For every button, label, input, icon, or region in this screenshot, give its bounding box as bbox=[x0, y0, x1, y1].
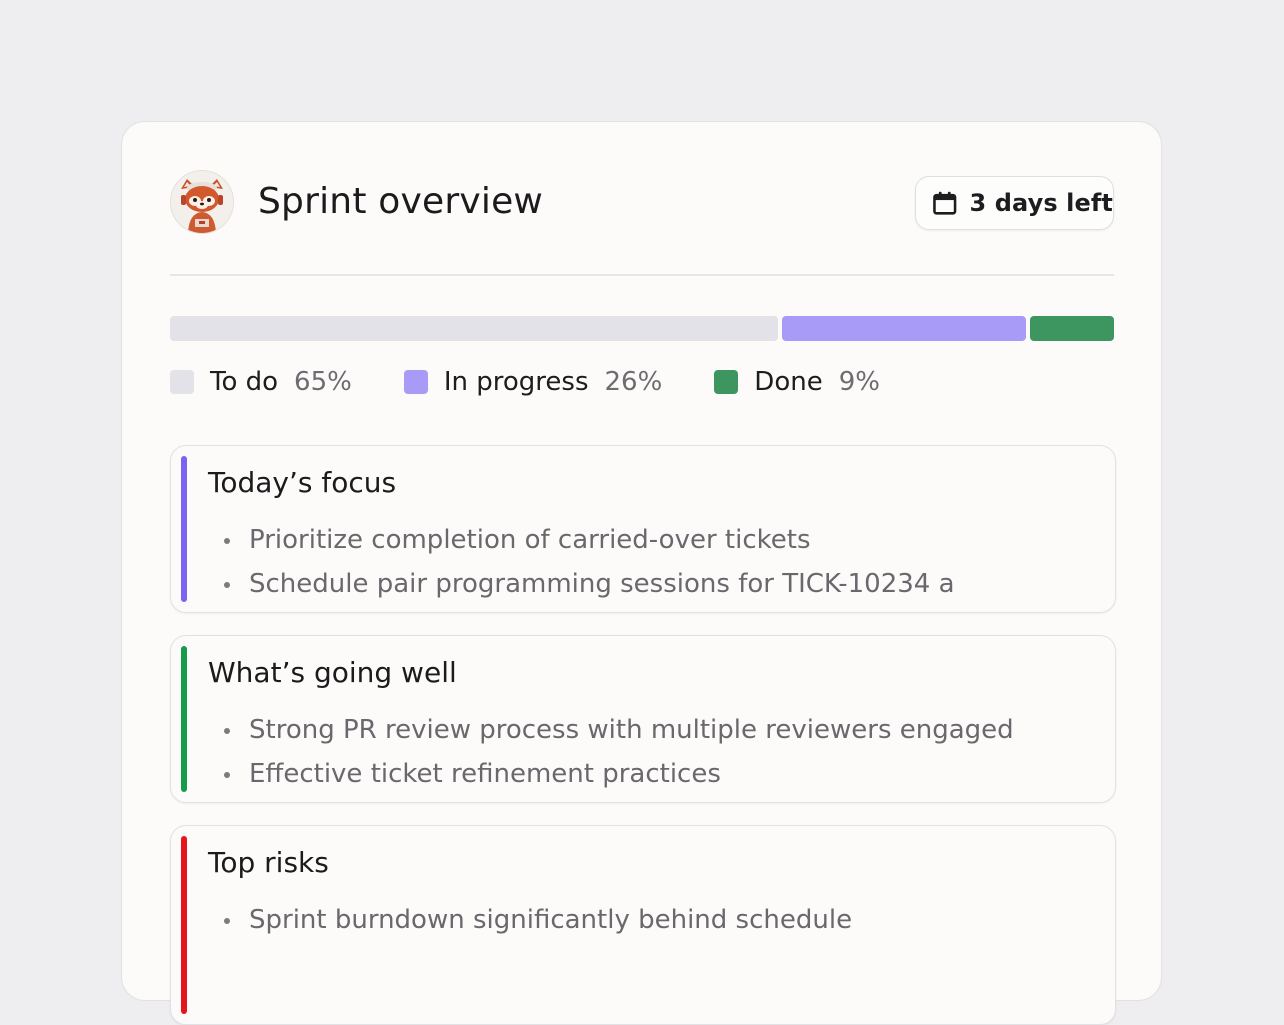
legend-label-todo: To do bbox=[210, 367, 279, 397]
progress-segment-done bbox=[1029, 316, 1114, 341]
legend-swatch-todo bbox=[170, 370, 194, 394]
card-title: Today’s focus bbox=[208, 466, 397, 499]
panel-header: Sprint overview 3 days left bbox=[170, 170, 1114, 236]
legend-label-done: Done bbox=[754, 367, 823, 397]
days-left-badge[interactable]: 3 days left bbox=[915, 176, 1114, 230]
status-progress-bar bbox=[170, 316, 1114, 341]
card-bullet-list: Strong PR review process with multiple r… bbox=[221, 708, 1014, 796]
list-item: Sprint burndown significantly behind sch… bbox=[221, 898, 852, 942]
avatar[interactable] bbox=[170, 170, 234, 234]
going-well-card[interactable]: What’s going well Strong PR review proce… bbox=[170, 635, 1116, 803]
sprint-overview-panel: Sprint overview 3 days left To do 65% In… bbox=[121, 121, 1162, 1025]
progress-segment-in-progress bbox=[782, 316, 1026, 341]
page-title: Sprint overview bbox=[258, 181, 544, 222]
card-accent-bar bbox=[181, 646, 187, 792]
top-risks-card[interactable]: Top risks Sprint burndown significantly … bbox=[170, 825, 1116, 1025]
card-title: What’s going well bbox=[208, 656, 457, 689]
list-item: Effective ticket refinement practices bbox=[221, 752, 1014, 796]
list-item: Prioritize completion of carried-over ti… bbox=[221, 518, 955, 562]
legend-percent-in-progress: 26% bbox=[604, 367, 663, 397]
header-divider bbox=[170, 274, 1114, 276]
card-bullet-list: Sprint burndown significantly behind sch… bbox=[221, 898, 852, 942]
legend-item-in-progress: In progress 26% bbox=[403, 367, 663, 397]
legend-label-in-progress: In progress bbox=[443, 367, 589, 397]
legend-swatch-in-progress bbox=[403, 370, 428, 394]
status-legend: To do 65% In progress 26% Done 9% bbox=[170, 364, 932, 400]
todays-focus-card[interactable]: Today’s focus Prioritize completion of c… bbox=[170, 445, 1116, 613]
days-left-label: 3 days left bbox=[969, 189, 1113, 217]
card-title: Top risks bbox=[208, 846, 329, 879]
legend-percent-todo: 65% bbox=[294, 367, 352, 397]
legend-swatch-done bbox=[714, 370, 739, 394]
list-item: Schedule pair programming sessions for T… bbox=[221, 562, 955, 606]
card-bullet-list: Prioritize completion of carried-over ti… bbox=[221, 518, 955, 606]
progress-segment-todo bbox=[170, 316, 779, 341]
card-accent-bar bbox=[181, 836, 187, 1014]
card-accent-bar bbox=[181, 456, 187, 602]
calendar-icon bbox=[933, 191, 957, 215]
list-item: Strong PR review process with multiple r… bbox=[221, 708, 1014, 752]
red-panda-avatar-icon bbox=[171, 171, 233, 233]
legend-item-todo: To do 65% bbox=[170, 367, 352, 397]
legend-item-done: Done 9% bbox=[714, 367, 880, 397]
legend-percent-done: 9% bbox=[838, 367, 880, 397]
